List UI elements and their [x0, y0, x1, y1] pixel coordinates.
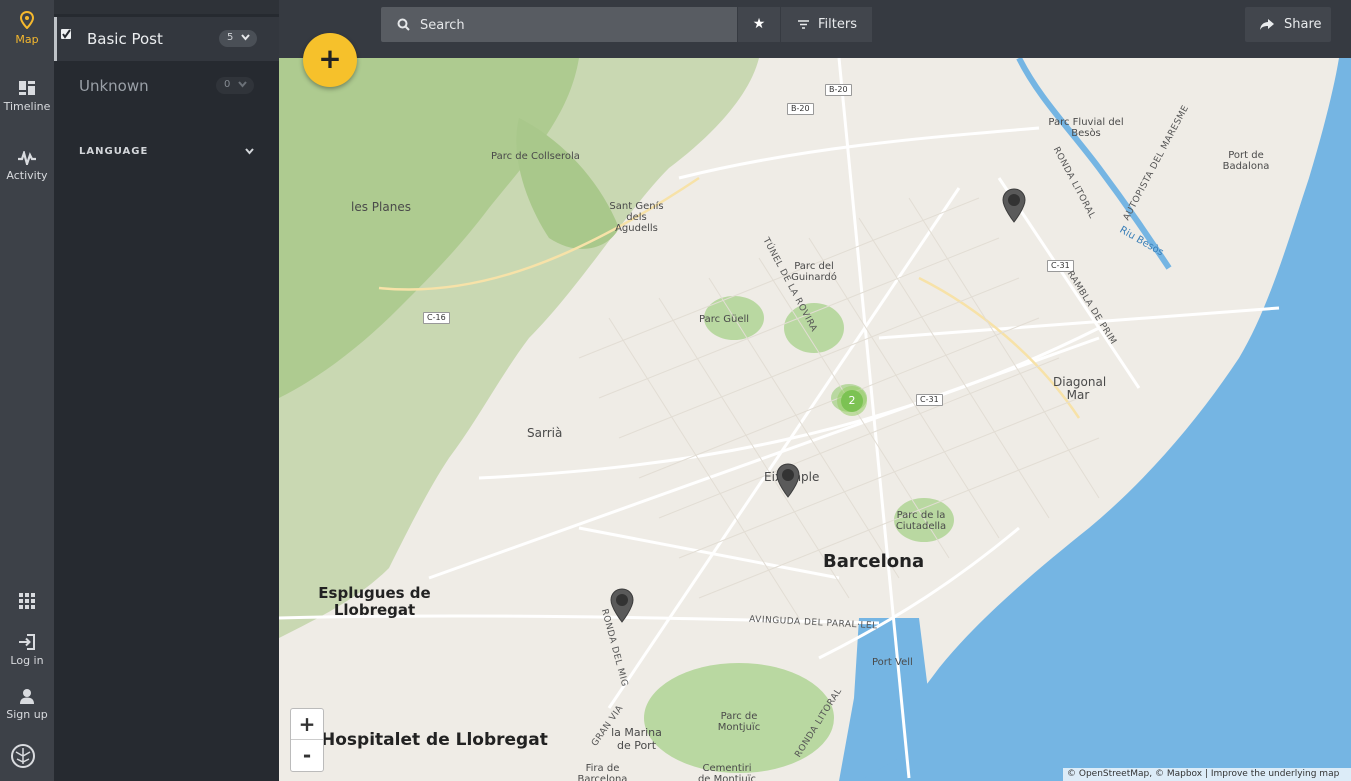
filter-count: 0 — [224, 79, 231, 90]
panel-header-strip — [54, 0, 279, 14]
filter-count: 5 — [227, 32, 234, 43]
map-place-label: Esplugues de Llobregat — [318, 584, 431, 619]
login-icon — [19, 634, 35, 650]
map-place-label: Parc Fluvial del Besòs — [1048, 117, 1124, 139]
map-place-label: Diagonal Mar — [1053, 375, 1107, 402]
activity-icon — [18, 151, 36, 165]
share-button-label: Share — [1284, 17, 1322, 32]
zoom-in-button[interactable]: + — [291, 709, 323, 740]
map-marker[interactable] — [775, 463, 801, 499]
road-shield: C-31 — [916, 394, 943, 406]
map-place-label: Fira de Barcelona — [577, 763, 628, 781]
road-shield: C-16 — [423, 312, 450, 324]
chevron-down-icon[interactable] — [245, 148, 254, 155]
filter-item-basic-post[interactable]: Basic Post 5 — [54, 17, 279, 61]
map-place-label: Cementiri de Montjuïc — [697, 763, 757, 781]
map-place-label: Barcelona — [823, 551, 925, 572]
user-icon — [20, 689, 34, 704]
grid-icon — [19, 593, 35, 609]
chevron-down-icon — [238, 81, 247, 88]
filter-item-label: Unknown — [79, 77, 149, 95]
map-place-label: Port Vell — [872, 657, 913, 668]
map-attribution[interactable]: © OpenStreetMap, © Mapbox | Improve the … — [1063, 768, 1351, 781]
filters-panel: Basic Post 5 Unknown 0 LANGUAGE — [54, 0, 280, 781]
share-button[interactable]: Share — [1245, 7, 1331, 42]
filter-count-dropdown[interactable]: 5 — [219, 30, 257, 47]
ushahidi-logo-icon[interactable] — [10, 743, 36, 769]
map-marker[interactable] — [1001, 188, 1027, 224]
search-box[interactable] — [381, 7, 737, 44]
map-place-label: les Planes — [351, 200, 411, 214]
map-place-label: Parc Güell — [699, 314, 750, 325]
timeline-icon — [19, 81, 35, 95]
chevron-down-icon — [241, 34, 250, 41]
map-view[interactable]: Parc de Collserola les Planes Sant Genís… — [279, 58, 1351, 781]
plus-icon: + — [318, 42, 342, 75]
nav-signup-label: Sign up — [6, 708, 48, 721]
nav-map[interactable]: Map — [0, 11, 54, 46]
filters-button[interactable]: Filters — [781, 7, 872, 42]
checkbox-checked[interactable] — [61, 29, 71, 39]
nav-timeline-label: Timeline — [3, 100, 51, 113]
map-place-label: Parc de Collserola — [491, 151, 580, 162]
map-place-label: Sant Genís dels Agudells — [609, 201, 664, 234]
marker-cluster[interactable]: 2 — [837, 386, 867, 416]
check-icon — [62, 29, 71, 39]
map-marker[interactable] — [609, 588, 635, 624]
map-place-label: la Marina de Port — [611, 726, 662, 752]
filter-count-dropdown[interactable]: 0 — [216, 77, 254, 94]
map-place-label: Parc del Guinardó — [791, 261, 837, 283]
favorites-button[interactable]: ★ — [738, 7, 780, 42]
add-post-button[interactable]: + — [303, 33, 357, 87]
road-shield: B-20 — [787, 103, 814, 115]
search-input[interactable] — [418, 7, 722, 44]
nav-signup[interactable]: Sign up — [0, 688, 54, 721]
filters-button-label: Filters — [818, 17, 857, 32]
filter-item-label: Basic Post — [87, 30, 163, 48]
star-icon: ★ — [752, 16, 766, 32]
nav-login[interactable]: Log in — [0, 634, 54, 667]
main-nav-rail: Map Timeline Activity Log in Sign up — [0, 0, 54, 781]
cluster-count: 2 — [841, 390, 863, 412]
language-section-title[interactable]: LANGUAGE — [79, 146, 148, 157]
search-icon — [397, 18, 410, 31]
nav-apps[interactable] — [0, 593, 54, 613]
top-toolbar: ★ Filters Share — [279, 0, 1351, 58]
map-place-label: Sarrià — [527, 426, 563, 440]
filter-icon — [798, 20, 809, 29]
map-place-label: Parc de Montjuïc — [717, 711, 761, 733]
basemap — [279, 58, 1351, 781]
map-pin-icon — [20, 11, 34, 29]
road-shield: B-20 — [825, 84, 852, 96]
nav-activity-label: Activity — [6, 169, 48, 182]
nav-map-label: Map — [15, 33, 39, 46]
share-icon — [1260, 19, 1274, 30]
map-place-label: Port de Badalona — [1222, 150, 1270, 172]
map-place-label: Parc de la Ciutadella — [895, 510, 947, 532]
filter-item-unknown[interactable]: Unknown 0 — [54, 64, 279, 108]
nav-timeline[interactable]: Timeline — [0, 80, 54, 113]
nav-login-label: Log in — [10, 654, 44, 667]
zoom-control: + - — [290, 708, 324, 772]
nav-activity[interactable]: Activity — [0, 151, 54, 182]
zoom-out-button[interactable]: - — [291, 740, 323, 770]
map-place-label: Hospitalet de Llobregat — [321, 730, 548, 750]
